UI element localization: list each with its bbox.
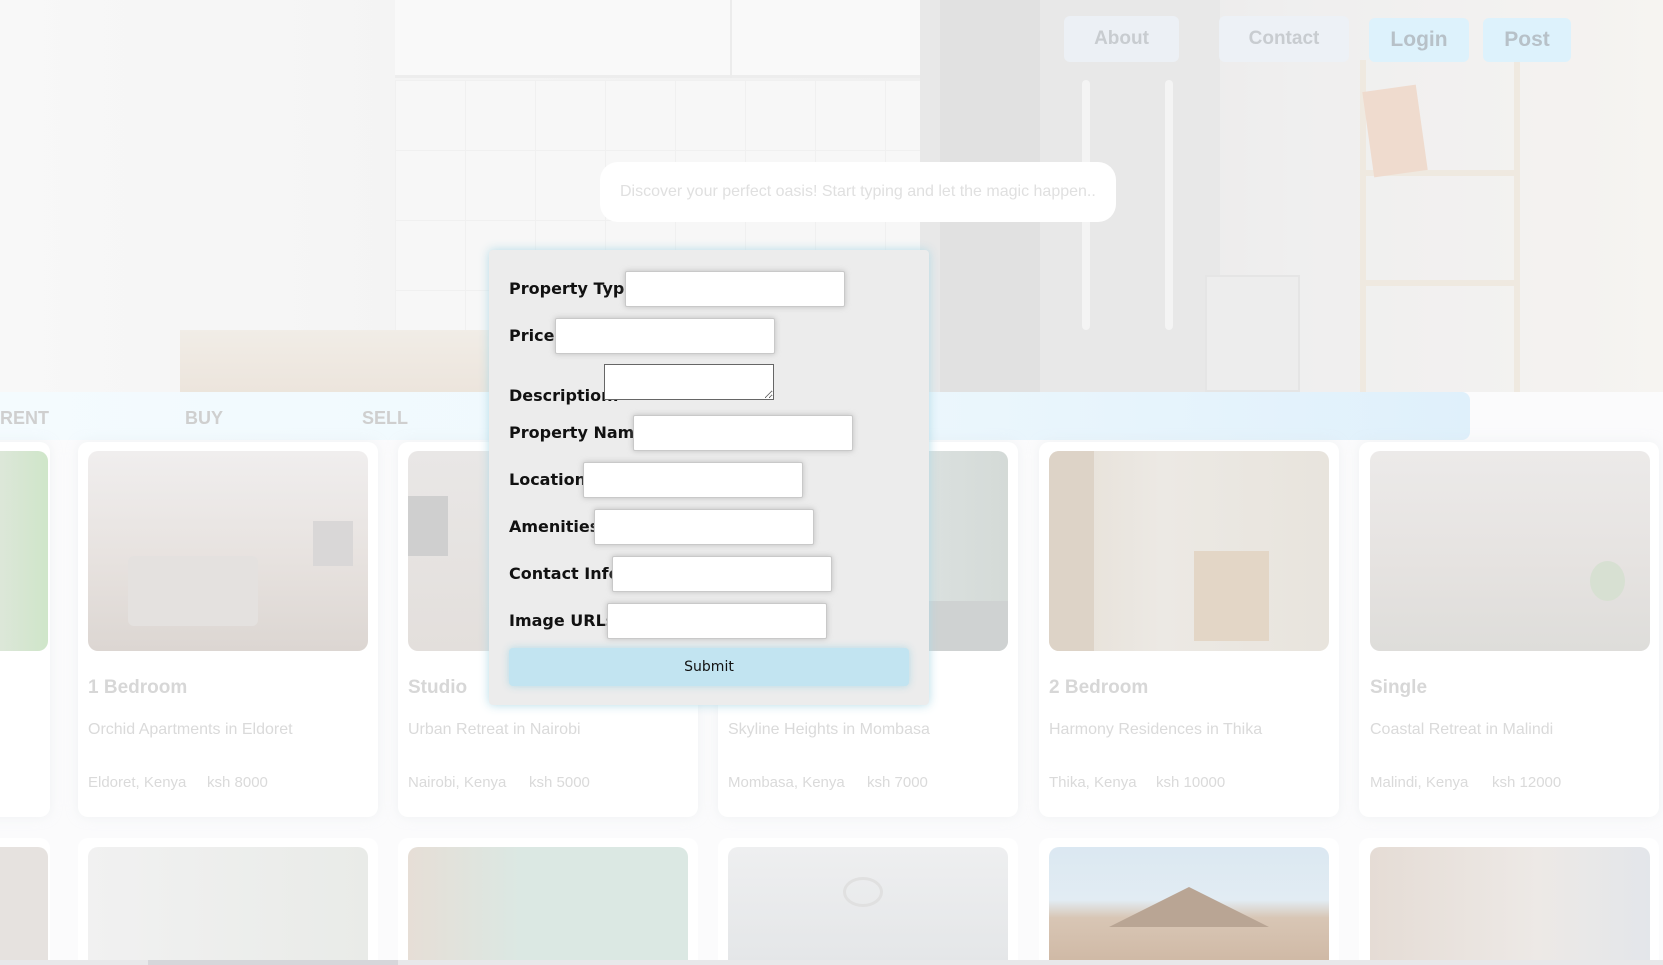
listing-image: [728, 847, 1008, 965]
listing-image: [408, 847, 688, 965]
search-input[interactable]: [600, 162, 1116, 222]
nav-about-link[interactable]: About: [1064, 16, 1179, 62]
contact-info-label: Contact Info:: [509, 564, 626, 583]
location-input[interactable]: [583, 462, 803, 498]
listing-location: Malindi, Kenya: [1370, 774, 1469, 791]
description-label: Description:: [509, 386, 619, 405]
property-name-label: Property Name:: [509, 423, 652, 442]
contact-info-input[interactable]: [612, 556, 832, 592]
scrollbar-thumb[interactable]: [148, 960, 398, 965]
listing-image: [88, 847, 368, 965]
price-label: Price:: [509, 326, 561, 345]
image-urls-input[interactable]: [607, 603, 827, 639]
listing-title: Single: [1370, 677, 1428, 698]
listing-price: ksh 8000: [207, 774, 268, 791]
listing-image: [1370, 451, 1650, 651]
listing-price: ksh 5000: [529, 774, 590, 791]
submit-button[interactable]: Submit: [509, 648, 909, 686]
post-button[interactable]: Post: [1483, 18, 1571, 62]
amenities-input[interactable]: [594, 509, 814, 545]
listing-title: Studio: [408, 677, 468, 698]
tab-sell[interactable]: SELL: [362, 408, 408, 429]
listing-image: [1049, 847, 1329, 965]
listing-description: Harmony Residences in Thika: [1049, 721, 1263, 738]
listing-description: Urban Retreat in Nairobi: [408, 721, 581, 738]
listing-price: ksh 12000: [1492, 774, 1562, 791]
amenities-label: Amenities:: [509, 517, 606, 536]
description-textarea[interactable]: [604, 364, 774, 400]
listing-image: [1049, 451, 1329, 651]
location-label: Location:: [509, 470, 593, 489]
price-input[interactable]: [555, 318, 775, 354]
image-urls-label: Image URLs:: [509, 611, 622, 630]
listing-description: Orchid Apartments in Eldoret: [88, 721, 293, 738]
listing-image: [1370, 847, 1650, 965]
property-name-input[interactable]: [633, 415, 853, 451]
property-type-input[interactable]: [625, 271, 845, 307]
listing-location: Mombasa, Kenya: [728, 774, 845, 791]
nav-contact-link[interactable]: Contact: [1219, 16, 1349, 62]
listing-description: Skyline Heights in Mombasa: [728, 721, 930, 738]
listing-image: [88, 451, 368, 651]
listing-description: Coastal Retreat in Malindi: [1370, 721, 1554, 738]
tab-rent[interactable]: RENT: [0, 408, 49, 429]
listing-title: 1 Bedroom: [88, 677, 188, 698]
listing-location: Thika, Kenya: [1049, 774, 1137, 791]
listing-price: ksh 7000: [867, 774, 928, 791]
listing-location: Nairobi, Kenya: [408, 774, 507, 791]
page: About Contact Login Post RENT BUY SELL 1…: [0, 0, 1663, 965]
listing-image: [0, 451, 48, 651]
listing-image: [0, 847, 48, 965]
listing-price: ksh 10000: [1156, 774, 1226, 791]
tab-buy[interactable]: BUY: [185, 408, 223, 429]
property-type-label: Property Type:: [509, 279, 642, 298]
listing-title: 2 Bedroom: [1049, 677, 1149, 698]
listing-location: Eldoret, Kenya: [88, 774, 187, 791]
login-button[interactable]: Login: [1369, 18, 1469, 62]
